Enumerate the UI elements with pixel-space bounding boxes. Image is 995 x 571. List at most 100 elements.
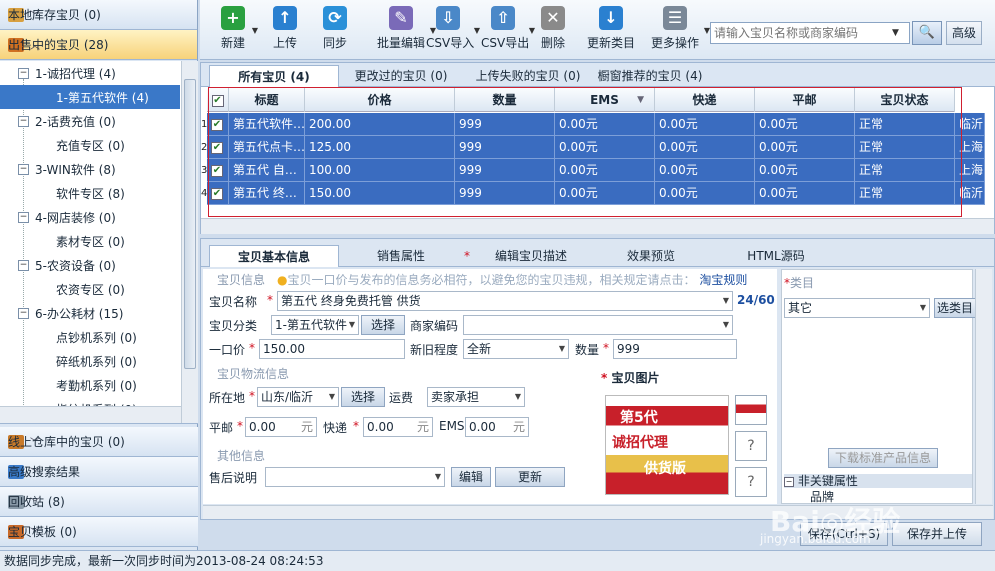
sidebar-section[interactable]: 线上仓库中的宝贝 (0) ﹀ xyxy=(0,427,198,457)
row-checkbox[interactable]: ✔ xyxy=(211,141,223,154)
image-thumbnail[interactable] xyxy=(735,395,767,425)
merchant-code-field[interactable]: ▼ xyxy=(463,315,733,335)
tab-html-source[interactable]: HTML源码 xyxy=(721,245,831,267)
price-field[interactable]: 150.00 xyxy=(259,339,405,359)
tab-basic-info[interactable]: 宝贝基本信息 xyxy=(209,245,339,267)
sidebar-section[interactable]: 回收站 (8) ﹀ xyxy=(0,487,198,517)
search-box[interactable]: ▼ xyxy=(710,22,910,44)
collapse-icon[interactable]: − xyxy=(18,115,29,127)
toolbar-button[interactable]: ✎ 批量编辑 ▼ xyxy=(376,6,436,58)
tree-item[interactable]: 农资专区 (0) xyxy=(0,277,180,301)
condition-select[interactable]: 全新 ▼ xyxy=(463,339,569,359)
collapse-icon[interactable]: − xyxy=(18,307,29,319)
row-select-cell[interactable]: ✔ xyxy=(207,159,229,182)
dropdown-arrow-icon[interactable]: ▼ xyxy=(529,26,535,35)
sidebar-local-stock[interactable]: 本地库存宝贝 (0) ﹀ xyxy=(0,0,197,30)
toolbar-button[interactable]: ↓ 更新类目 xyxy=(586,6,636,58)
tree-group[interactable]: −4-网店装修 (0) xyxy=(0,205,180,229)
tab-recommended[interactable]: 橱窗推荐的宝贝 (4) xyxy=(595,65,705,87)
sidebar-section[interactable]: 高级搜索结果 ﹀ xyxy=(0,457,198,487)
collapse-icon[interactable]: − xyxy=(784,476,794,487)
toolbar-button[interactable]: + 新建 ▼ xyxy=(218,6,258,58)
sidebar-selling[interactable]: 出售中的宝贝 (28) ︿ xyxy=(0,30,197,60)
ems-fee-field[interactable]: 0.00 元 xyxy=(465,417,529,437)
download-standard-info-button[interactable]: 下载标准产品信息 xyxy=(828,448,938,468)
chevron-down-icon[interactable]: ▼ xyxy=(559,340,565,358)
tree-group[interactable]: −3-WIN软件 (8) xyxy=(0,157,180,181)
tree-group[interactable]: −2-话费充值 (0) xyxy=(0,109,180,133)
empty-image-slot[interactable]: ? xyxy=(735,467,767,497)
express-fee-field[interactable]: 0.00 元 xyxy=(363,417,433,437)
toolbar-button[interactable]: ✕ 删除 xyxy=(538,6,568,58)
tab-sales-attributes[interactable]: 销售属性 xyxy=(351,245,451,267)
tab-all-items[interactable]: 所有宝贝 (4) xyxy=(209,65,339,87)
taobao-rules-link[interactable]: 淘宝规则 xyxy=(699,273,747,287)
col-status[interactable]: 宝贝状态 xyxy=(855,88,955,112)
sidebar-section[interactable]: 宝贝模板 (0) ﹀ xyxy=(0,517,198,547)
search-input[interactable] xyxy=(714,26,892,40)
save-and-upload-button[interactable]: 保存并上传 xyxy=(892,522,982,546)
col-mail[interactable]: 平邮 xyxy=(755,88,855,112)
tree-item[interactable]: 软件专区 (8) xyxy=(0,181,180,205)
tree-vertical-scrollbar[interactable] xyxy=(181,61,198,423)
category-select[interactable]: 1-第五代软件 ▼ xyxy=(271,315,359,335)
toolbar-button[interactable]: ↑ 上传 xyxy=(270,6,300,58)
aftersale-refresh-button[interactable]: 更新 xyxy=(495,467,565,487)
toolbar-button[interactable]: ⟳ 同步 xyxy=(320,6,350,58)
tab-changed-items[interactable]: 更改过的宝贝 (0) xyxy=(341,65,461,87)
table-row[interactable]: 2 ✔ 第五代点卡… 125.00 999 0.00元 0.00元 0.00元 正常 上海 xyxy=(201,136,985,159)
tree-item[interactable]: 素材专区 (0) xyxy=(0,229,180,253)
col-ems[interactable]: EMS ▼ xyxy=(555,88,655,112)
toolbar-button[interactable]: ⇩ CSV导入 ▼ xyxy=(426,6,480,58)
row-checkbox[interactable]: ✔ xyxy=(211,187,223,200)
col-express[interactable]: 快递 xyxy=(655,88,755,112)
aftersale-edit-button[interactable]: 编辑 xyxy=(451,467,491,487)
tree-horizontal-scrollbar[interactable] xyxy=(0,406,181,423)
col-price[interactable]: 价格 xyxy=(305,88,455,112)
row-checkbox[interactable]: ✔ xyxy=(211,164,223,177)
dropdown-arrow-icon[interactable]: ▼ xyxy=(252,26,258,35)
col-quantity[interactable]: 数量 xyxy=(455,88,555,112)
select-all-cell[interactable]: ✔ xyxy=(207,88,229,112)
tab-edit-description[interactable]: 编辑宝贝描述 xyxy=(481,245,581,267)
collapse-icon[interactable]: − xyxy=(18,259,29,271)
tree-item[interactable]: 充值专区 (0) xyxy=(0,133,180,157)
tree-item[interactable]: 碎纸机系列 (0) xyxy=(0,349,180,373)
tab-preview[interactable]: 效果预览 xyxy=(601,245,701,267)
item-name-field[interactable]: 第五代 终身免费托管 供货 ▼ xyxy=(277,291,733,311)
select-all-checkbox[interactable]: ✔ xyxy=(211,94,224,107)
chevron-down-icon[interactable]: ▼ xyxy=(723,292,729,310)
toolbar-button[interactable]: ☰ 更多操作 ▼ xyxy=(650,6,710,58)
chevron-down-icon[interactable]: ▼ xyxy=(329,388,335,406)
collapse-icon[interactable]: − xyxy=(18,67,29,79)
tree-item[interactable]: 1-第五代软件 (4) xyxy=(0,85,180,109)
non-key-attributes[interactable]: − 非关键属性 xyxy=(784,474,972,488)
empty-image-slot[interactable]: ? xyxy=(735,431,767,461)
tree-item[interactable]: 点钞机系列 (0) xyxy=(0,325,180,349)
main-image[interactable]: 第5代 诚招代理 供货版 xyxy=(605,395,729,495)
row-checkbox[interactable]: ✔ xyxy=(211,118,223,131)
col-title[interactable]: 标题 xyxy=(229,88,305,112)
tree-group[interactable]: −6-办公耗材 (15) xyxy=(0,301,180,325)
tab-upload-failed[interactable]: 上传失败的宝贝 (0) xyxy=(463,65,593,87)
chevron-down-icon[interactable]: ▼ xyxy=(920,299,926,317)
table-row[interactable]: 4 ✔ 第五代 终… 150.00 999 0.00元 0.00元 0.00元 正常 临沂 xyxy=(201,182,985,205)
row-select-cell[interactable]: ✔ xyxy=(207,136,229,159)
chevron-down-icon[interactable]: ▼ xyxy=(723,316,729,334)
tree-group[interactable]: −1-诚招代理 (4) xyxy=(0,61,180,85)
scrollbar-thumb[interactable] xyxy=(184,79,196,369)
category-panel-select[interactable]: 其它 ▼ xyxy=(784,298,930,318)
table-row[interactable]: 1 ✔ 第五代软件… 200.00 999 0.00元 0.00元 0.00元 正常 临沂 xyxy=(201,113,985,136)
chevron-down-icon[interactable]: ▼ xyxy=(435,468,441,486)
dropdown-arrow-icon[interactable]: ▼ xyxy=(474,26,480,35)
location-select[interactable]: 山东/临沂 ▼ xyxy=(257,387,339,407)
search-dropdown-icon[interactable]: ▼ xyxy=(892,28,899,38)
tree-group[interactable]: −5-农资设备 (0) xyxy=(0,253,180,277)
mail-fee-field[interactable]: 0.00 元 xyxy=(245,417,317,437)
quantity-field[interactable]: 999 xyxy=(613,339,737,359)
table-row[interactable]: 3 ✔ 第五代 自… 100.00 999 0.00元 0.00元 0.00元 正常 上海 xyxy=(201,159,985,182)
row-select-cell[interactable]: ✔ xyxy=(207,182,229,205)
collapse-icon[interactable]: − xyxy=(18,211,29,223)
location-select-button[interactable]: 选择 xyxy=(341,387,385,407)
grid-horizontal-scrollbar[interactable] xyxy=(201,218,994,234)
